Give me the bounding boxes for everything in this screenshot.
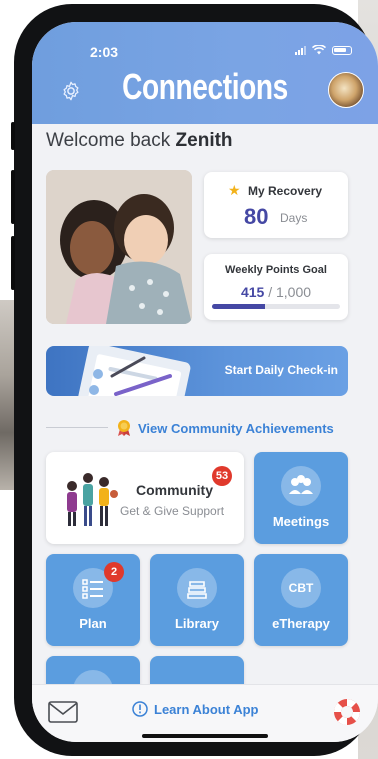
library-label: Library [174,616,220,631]
points-progress-bar [212,304,340,309]
plan-tile[interactable]: 2 Plan [46,554,140,646]
weekly-points-card[interactable]: Weekly Points Goal 415 / 1,000 [204,254,348,320]
section-divider [46,427,108,428]
volume-down-button [11,236,15,290]
plan-label: Plan [79,616,107,631]
app-screen: 2:03 Connections Welcome back Zenith ★ M… [32,22,378,742]
app-title: Connections [122,66,288,107]
view-achievements-link[interactable]: View Community Achievements [116,419,334,437]
meetings-tile[interactable]: Meetings [254,452,348,544]
status-time: 2:03 [90,44,119,60]
meetings-icon [281,466,321,506]
meetings-label: Meetings [272,514,330,529]
community-title: Community [136,482,213,498]
battery-icon [332,45,352,55]
home-indicator[interactable] [142,734,268,738]
avatar[interactable] [328,72,364,108]
phone-frame: 2:03 Connections Welcome back Zenith ★ M… [11,4,378,756]
library-tile[interactable]: Library [150,554,244,646]
star-icon: ★ [228,182,241,198]
background-photo-left [0,300,14,490]
mail-icon[interactable] [48,701,78,723]
welcome-prefix: Welcome back [46,130,171,151]
recovery-card[interactable]: ★ My Recovery 80 Days [204,172,348,238]
points-goal: 1,000 [275,284,312,300]
welcome-message: Welcome back Zenith [46,130,233,152]
community-notification-badge: 53 [212,466,232,486]
checkin-label: Start Daily Check-in [224,363,338,377]
wifi-icon [312,45,326,55]
app-header: 2:03 Connections [32,22,378,124]
recovery-days-unit: Days [280,211,308,225]
recovery-label: My Recovery [248,184,323,198]
family-photo [46,170,192,324]
points-value: 415 / 1,000 [204,284,348,300]
community-card[interactable]: Community Get & Give Support 53 [46,452,244,544]
mute-switch [11,122,15,150]
books-icon [177,568,217,608]
etherapy-label: eTherapy [272,616,330,631]
community-people-icon [67,473,118,526]
cbt-icon: CBT [281,568,321,608]
points-progress-fill [212,304,266,309]
recovery-days-value: 80 [244,204,269,229]
points-separator: / [264,284,276,300]
plan-notification-badge: 2 [104,562,124,582]
points-current: 415 [240,284,265,300]
learn-label: Learn About App [154,701,259,717]
daily-checkin-button[interactable]: Start Daily Check-in [46,346,348,396]
signal-icon [295,45,306,55]
clipboard-icon [77,346,191,396]
status-icons [295,45,352,55]
user-name: Zenith [175,130,233,151]
volume-up-button [11,170,15,224]
community-subtitle: Get & Give Support [120,504,225,518]
children-illustration [46,170,192,324]
etherapy-tile[interactable]: CBT eTherapy [254,554,348,646]
lifebuoy-icon[interactable] [332,697,362,727]
info-icon [132,701,148,717]
points-label: Weekly Points Goal [225,264,327,276]
learn-about-app-link[interactable]: Learn About App [132,701,258,717]
medal-icon [118,420,130,436]
achievements-label: View Community Achievements [138,420,334,436]
